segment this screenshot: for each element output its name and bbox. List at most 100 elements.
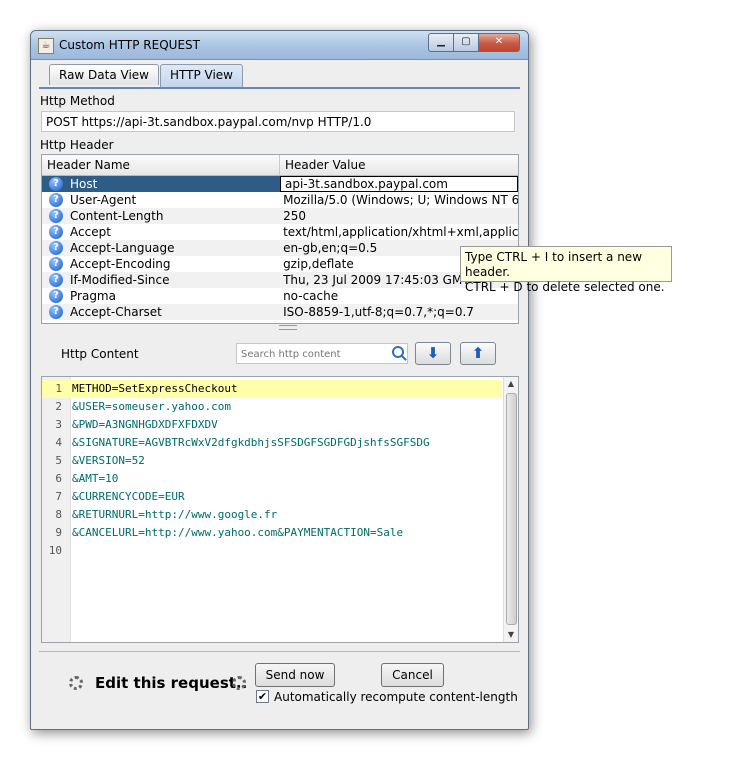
http-header-label: Http Header xyxy=(40,138,114,152)
editor-line[interactable]: 1 METHOD=SetExpressCheckout xyxy=(42,380,502,398)
editor-line[interactable]: 6 &AMT=10 xyxy=(42,470,502,488)
line-number: 10 xyxy=(48,544,62,557)
header-name-cell[interactable]: Accept-Encoding xyxy=(70,257,279,271)
loading-spinner-icon xyxy=(232,676,246,690)
scroll-down-arrow-icon[interactable]: ▼ xyxy=(504,628,518,642)
header-name-cell[interactable]: Pragma xyxy=(70,289,279,303)
header-value-cell[interactable]: text/html,application/xhtml+xml,applicat… xyxy=(279,225,518,239)
tab-raw-data-view[interactable]: Raw Data View xyxy=(49,64,159,85)
column-header-name[interactable]: Header Name xyxy=(42,155,280,175)
line-text[interactable]: METHOD=SetExpressCheckout xyxy=(72,380,238,398)
header-table-head: Header Name Header Value xyxy=(42,155,518,176)
line-number: 1 xyxy=(55,382,62,395)
line-number: 5 xyxy=(55,454,62,467)
search-icon[interactable] xyxy=(392,346,404,358)
window-title: Custom HTTP REQUEST xyxy=(59,38,200,52)
header-name-cell[interactable]: User-Agent xyxy=(70,193,279,207)
column-header-value[interactable]: Header Value xyxy=(280,155,365,175)
editor-line[interactable]: 3 &PWD=A3NGNHGDXDFXFDXDV xyxy=(42,416,502,434)
http-content-label: Http Content xyxy=(61,347,139,361)
search-box xyxy=(236,343,408,364)
tab-http-view[interactable]: HTTP View xyxy=(160,64,243,87)
table-row[interactable]: ? Accept-Encoding gzip,deflate xyxy=(42,256,518,272)
line-text[interactable]: &SIGNATURE=AGVBTRcWxV2dfgkdbhjsSFSDGFSGD… xyxy=(72,434,430,452)
scrollbar-thumb[interactable] xyxy=(506,393,517,625)
line-text[interactable]: &USER=someuser.yahoo.com xyxy=(72,398,231,416)
recompute-content-length-checkbox[interactable]: ✔ xyxy=(256,690,269,703)
line-text[interactable]: &RETURNURL=http://www.google.fr xyxy=(72,506,277,524)
info-icon: ? xyxy=(49,273,63,287)
info-icon: ? xyxy=(49,241,63,255)
table-row[interactable]: ? Accept-Language en-gb,en;q=0.5 xyxy=(42,240,518,256)
line-text[interactable]: &PWD=A3NGNHGDXDFXFDXDV xyxy=(72,416,218,434)
editor-line[interactable]: 9 &CANCELURL=http://www.yahoo.com&PAYMEN… xyxy=(42,524,502,542)
find-previous-button[interactable]: ⬆ xyxy=(460,342,496,365)
send-now-button[interactable]: Send now xyxy=(255,663,335,687)
header-value-cell[interactable]: Mozilla/5.0 (Windows; U; Windows NT 6... xyxy=(279,193,518,207)
header-name-cell[interactable]: Content-Length xyxy=(70,209,279,223)
line-number: 8 xyxy=(55,508,62,521)
table-row[interactable]: ? Content-Length 250 xyxy=(42,208,518,224)
vertical-scrollbar[interactable]: ▲ ▼ xyxy=(503,377,518,642)
table-row[interactable]: ? Accept text/html,application/xhtml+xml… xyxy=(42,224,518,240)
line-text[interactable]: &CURRENCYCODE=EUR xyxy=(72,488,185,506)
editor-line[interactable]: 7 &CURRENCYCODE=EUR xyxy=(42,488,502,506)
search-input[interactable] xyxy=(239,345,387,364)
close-button[interactable]: ✕ xyxy=(479,33,520,52)
info-icon: ? xyxy=(49,209,63,223)
line-number: 6 xyxy=(55,472,62,485)
find-next-button[interactable]: ⬇ xyxy=(415,342,451,365)
splitter-handle[interactable] xyxy=(39,324,520,330)
header-name-cell[interactable]: Accept-Language xyxy=(70,241,279,255)
minimize-button[interactable]: ▁ xyxy=(428,33,454,52)
recompute-content-length-label[interactable]: Automatically recompute content-length xyxy=(274,690,518,704)
header-name-cell[interactable]: Host xyxy=(70,177,280,191)
header-name-cell[interactable]: Accept-Charset xyxy=(70,305,279,319)
header-shortcut-tooltip: Type CTRL + I to insert a new header. CT… xyxy=(460,246,672,294)
cancel-button[interactable]: Cancel xyxy=(381,663,444,687)
info-icon: ? xyxy=(49,257,63,271)
arrow-down-icon: ⬇ xyxy=(426,344,440,362)
editor-line[interactable]: 8 &RETURNURL=http://www.google.fr xyxy=(42,506,502,524)
line-number: 2 xyxy=(55,400,62,413)
table-row[interactable]: ? User-Agent Mozilla/5.0 (Windows; U; Wi… xyxy=(42,192,518,208)
header-value-cell[interactable]: ISO-8859-1,utf-8;q=0.7,*;q=0.7 xyxy=(279,305,518,319)
title-bar[interactable]: ☕ Custom HTTP REQUEST ▁ ▢ ✕ xyxy=(31,31,528,60)
view-tabs: Raw Data View HTTP View xyxy=(49,64,244,87)
table-row[interactable]: ? Host api-3t.sandbox.paypal.com xyxy=(42,176,518,192)
info-icon: ? xyxy=(49,289,63,303)
table-row[interactable]: ? Accept-Charset ISO-8859-1,utf-8;q=0.7,… xyxy=(42,304,518,320)
table-row[interactable]: ? If-Modified-Since Thu, 23 Jul 2009 17:… xyxy=(42,272,518,288)
scroll-up-arrow-icon[interactable]: ▲ xyxy=(504,377,518,391)
line-text[interactable]: &CANCELURL=http://www.yahoo.com&PAYMENTA… xyxy=(72,524,403,542)
info-icon: ? xyxy=(49,177,63,191)
custom-http-request-window: ☕ Custom HTTP REQUEST ▁ ▢ ✕ Raw Data Vie… xyxy=(30,30,529,730)
header-value-cell-editing[interactable]: api-3t.sandbox.paypal.com xyxy=(280,176,518,192)
line-text[interactable]: &VERSION=52 xyxy=(72,452,145,470)
footer-divider xyxy=(39,651,520,652)
tab-underline xyxy=(39,87,520,89)
header-table: Header Name Header Value ? Host api-3t.s… xyxy=(41,154,519,324)
editor-line[interactable]: 10 xyxy=(42,542,502,560)
info-icon: ? xyxy=(49,193,63,207)
editor-line[interactable]: 2 &USER=someuser.yahoo.com xyxy=(42,398,502,416)
line-number: 9 xyxy=(55,526,62,539)
arrow-up-icon: ⬆ xyxy=(471,344,485,362)
http-method-field[interactable]: POST https://api-3t.sandbox.paypal.com/n… xyxy=(41,111,515,132)
edit-request-label: Edit this request.. xyxy=(95,674,248,692)
tooltip-line: CTRL + D to delete selected one. xyxy=(465,280,665,294)
http-method-label: Http Method xyxy=(40,94,115,108)
editor-line[interactable]: 5 &VERSION=52 xyxy=(42,452,502,470)
table-row[interactable]: ? Pragma no-cache xyxy=(42,288,518,304)
line-number: 3 xyxy=(55,418,62,431)
maximize-button[interactable]: ▢ xyxy=(454,33,479,52)
editor-line[interactable]: 4 &SIGNATURE=AGVBTRcWxV2dfgkdbhjsSFSDGFS… xyxy=(42,434,502,452)
line-text[interactable]: &AMT=10 xyxy=(72,470,118,488)
header-name-cell[interactable]: Accept xyxy=(70,225,279,239)
info-icon: ? xyxy=(49,225,63,239)
app-icon: ☕ xyxy=(38,38,54,54)
loading-spinner-icon xyxy=(69,676,83,690)
header-value-cell[interactable]: 250 xyxy=(279,209,518,223)
header-name-cell[interactable]: If-Modified-Since xyxy=(70,273,279,287)
http-content-editor[interactable]: 1 METHOD=SetExpressCheckout 2 &USER=some… xyxy=(41,376,519,643)
